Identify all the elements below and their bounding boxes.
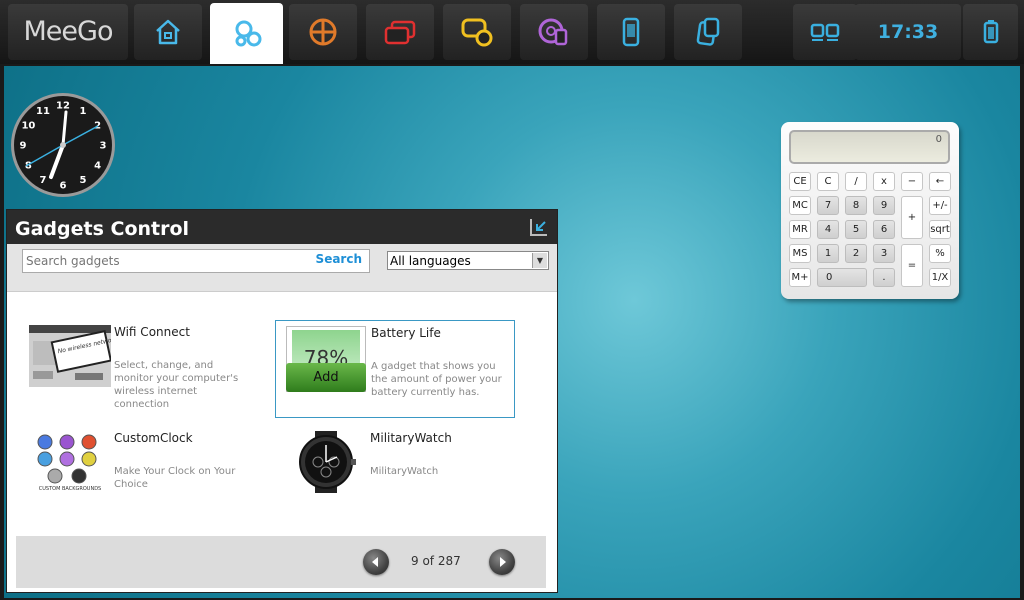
panel-toolbar: Search All languages ▼: [7, 244, 557, 292]
analog-clock-gadget[interactable]: 121234567891011: [10, 92, 116, 198]
zone-windows-button[interactable]: [366, 4, 434, 60]
gadgets-control-panel: Gadgets Control Search All languages ▼ N…: [6, 209, 558, 593]
calculator-key[interactable]: =: [901, 244, 923, 287]
apps-icon: [696, 17, 720, 46]
clock-numeral: 12: [56, 101, 70, 112]
clock-numeral: 4: [94, 161, 101, 172]
gadget-title: Battery Life: [371, 326, 441, 340]
arrow-right-icon: [500, 557, 506, 567]
clock-numeral: 9: [20, 141, 27, 152]
clock-numeral: 1: [80, 106, 87, 117]
calculator-key[interactable]: MS: [789, 244, 811, 263]
calculator-key[interactable]: /: [845, 172, 867, 191]
calculator-key[interactable]: 9: [873, 196, 895, 215]
devices-icon: [622, 17, 640, 47]
clock-numeral: 5: [80, 175, 87, 186]
calculator-key[interactable]: +: [901, 196, 923, 239]
calculator-key[interactable]: 4: [817, 220, 839, 239]
pager-bar: 9 of 287: [16, 536, 546, 588]
messages-icon: [461, 18, 493, 47]
calculator-key[interactable]: ←: [929, 172, 951, 191]
calculator-key[interactable]: 3: [873, 244, 895, 263]
calculator-key[interactable]: 2: [845, 244, 867, 263]
language-select[interactable]: All languages ▼: [387, 251, 549, 270]
battery-life-thumbnail: 78% Add: [286, 326, 366, 392]
gadget-description: A gadget that shows you the amount of po…: [371, 361, 502, 398]
zone-web-button[interactable]: [289, 4, 357, 60]
calculator-key[interactable]: x: [873, 172, 895, 191]
panel-title: Gadgets Control: [15, 218, 190, 240]
next-page-button[interactable]: [489, 549, 515, 575]
clock-numeral: 6: [60, 181, 67, 192]
clock-numeral: 11: [36, 106, 50, 117]
previous-page-button[interactable]: [363, 549, 389, 575]
calculator-key[interactable]: %: [929, 244, 951, 263]
customclock-thumb-caption: CUSTOM BACKGROUNDS: [39, 486, 101, 492]
gadget-title: MilitaryWatch: [370, 431, 452, 445]
calculator-key[interactable]: 1: [817, 244, 839, 263]
add-gadget-button[interactable]: Add: [286, 363, 366, 392]
chevron-down-icon: ▼: [532, 253, 547, 268]
calculator-key[interactable]: 7: [817, 196, 839, 215]
battery-icon: [983, 20, 998, 44]
calculator-key[interactable]: C: [817, 172, 839, 191]
media-icon: [538, 18, 568, 46]
gadget-item-wifi-connect[interactable]: No wireless networks available Wifi Conn…: [19, 320, 259, 418]
gadget-title: Wifi Connect: [114, 325, 190, 339]
calculator-key[interactable]: CE: [789, 172, 811, 191]
gadget-title: CustomClock: [114, 431, 193, 445]
zone-devices-button[interactable]: [597, 4, 665, 60]
calculator-key[interactable]: .: [873, 268, 895, 287]
gadget-item-militarywatch[interactable]: MilitaryWatch MilitaryWatch: [275, 426, 515, 524]
zone-messages-button[interactable]: [443, 4, 511, 60]
zone-home-button[interactable]: [134, 4, 202, 60]
panel-header: Gadgets Control: [7, 210, 557, 244]
web-icon: [309, 18, 337, 46]
calculator-key[interactable]: 1/X: [929, 268, 951, 287]
gadget-item-battery-life[interactable]: 78% Add Battery Life A gadget that shows…: [275, 320, 515, 418]
meego-logo[interactable]: MeeGo: [8, 4, 128, 60]
collapse-icon[interactable]: [529, 217, 549, 237]
clock-numeral: 7: [40, 175, 47, 186]
zone-apps-button[interactable]: [674, 4, 742, 60]
calculator-key[interactable]: 6: [873, 220, 895, 239]
status-clock[interactable]: 17:33: [855, 4, 961, 60]
gadget-description: Select, change, and monitor your compute…: [114, 360, 239, 410]
gadget-description: MilitaryWatch: [370, 466, 439, 477]
gadget-description: Make Your Clock on Your Choice: [114, 466, 236, 490]
calculator-key[interactable]: M+: [789, 268, 811, 287]
calculator-display: 0: [789, 130, 950, 164]
zone-people-button[interactable]: [210, 3, 283, 64]
arrow-left-icon: [372, 557, 378, 567]
calculator-key[interactable]: 8: [845, 196, 867, 215]
clock-numeral: 3: [100, 141, 107, 152]
page-counter: 9 of 287: [411, 554, 461, 568]
search-button[interactable]: Search: [316, 252, 362, 266]
clock-numeral: 10: [21, 121, 35, 132]
customclock-thumbnail: CUSTOM BACKGROUNDS: [29, 431, 111, 493]
zone-media-button[interactable]: [520, 4, 588, 60]
calculator-key[interactable]: 5: [845, 220, 867, 239]
calculator-gadget: 0 CE C / x − ← MC 7 8 9 + +/- MR 4 5 6 sqrt MS 1 2 3 =% M+ 0. 1/…: [781, 122, 959, 299]
militarywatch-thumbnail: [285, 431, 367, 493]
battery-status-button[interactable]: [963, 4, 1018, 60]
zones-icon: [810, 23, 840, 41]
calculator-key[interactable]: MC: [789, 196, 811, 215]
wifi-connect-thumbnail: No wireless networks available: [29, 325, 111, 387]
search-box: Search: [22, 249, 370, 273]
windows-icon: [384, 20, 416, 45]
gadget-item-customclock[interactable]: CUSTOM BACKGROUNDS CustomClock Make Your…: [19, 426, 259, 524]
zones-switcher-button[interactable]: [793, 4, 857, 60]
calculator-key[interactable]: MR: [789, 220, 811, 239]
clock-numeral: 8: [25, 161, 32, 172]
calculator-key[interactable]: +/-: [929, 196, 951, 215]
top-bar: MeeGo 17:33: [0, 0, 1024, 64]
calculator-key[interactable]: 0: [817, 268, 867, 287]
language-select-value: All languages: [390, 254, 471, 268]
calculator-key[interactable]: sqrt: [929, 220, 951, 239]
home-icon: [156, 19, 180, 45]
search-input[interactable]: [23, 251, 306, 271]
people-icon: [235, 20, 261, 46]
calculator-key[interactable]: −: [901, 172, 923, 191]
